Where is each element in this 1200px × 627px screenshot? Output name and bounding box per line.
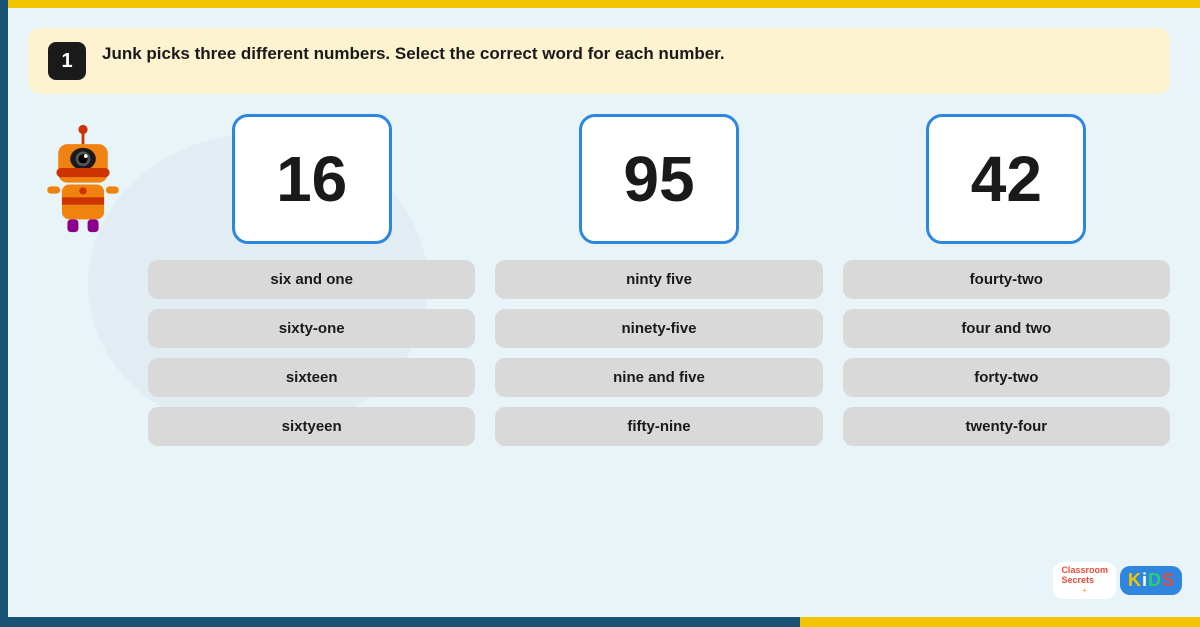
- app-wrapper: 1 Junk picks three different numbers. Se…: [0, 0, 1200, 627]
- question-header: 1 Junk picks three different numbers. Se…: [28, 28, 1170, 94]
- answer-btn-42-0[interactable]: fourty-two: [843, 260, 1170, 299]
- answer-btn-42-1[interactable]: four and two: [843, 309, 1170, 348]
- cs-text: ClassroomSecrets: [1061, 566, 1108, 586]
- kids-s: S: [1162, 570, 1174, 591]
- answer-btn-95-3[interactable]: fifty-nine: [495, 407, 822, 446]
- answer-btn-42-2[interactable]: forty-two: [843, 358, 1170, 397]
- number-box-95: 95: [579, 114, 739, 244]
- classroom-secrets-logo: ClassroomSecrets +: [1053, 562, 1116, 599]
- branding: ClassroomSecrets + K i D S: [1053, 562, 1182, 599]
- answer-btn-95-2[interactable]: nine and five: [495, 358, 822, 397]
- answer-btn-16-0[interactable]: six and one: [148, 260, 475, 299]
- left-bar: [0, 0, 8, 627]
- kids-k: K: [1128, 570, 1141, 591]
- main-content: 1 Junk picks three different numbers. Se…: [8, 8, 1200, 617]
- answer-btn-16-3[interactable]: sixtyeen: [148, 407, 475, 446]
- column-16: 16 six and one sixty-one sixteen sixtyee…: [148, 114, 475, 446]
- top-bar: [0, 0, 1200, 8]
- answer-btn-42-3[interactable]: twenty-four: [843, 407, 1170, 446]
- question-number: 1: [48, 42, 86, 80]
- answer-btn-95-1[interactable]: ninety-five: [495, 309, 822, 348]
- cs-plus: +: [1082, 586, 1087, 595]
- content-area: 16 six and one sixty-one sixteen sixtyee…: [28, 114, 1170, 446]
- question-text: Junk picks three different numbers. Sele…: [102, 42, 725, 66]
- answer-btn-16-2[interactable]: sixteen: [148, 358, 475, 397]
- columns-wrapper: 16 six and one sixty-one sixteen sixtyee…: [148, 114, 1170, 446]
- number-box-42: 42: [926, 114, 1086, 244]
- answer-btn-95-0[interactable]: ninty five: [495, 260, 822, 299]
- kids-badge: K i D S: [1120, 566, 1182, 595]
- column-42: 42 fourty-two four and two forty-two twe…: [843, 114, 1170, 446]
- kids-d: D: [1148, 570, 1161, 591]
- bottom-bar-yellow: [800, 617, 1200, 627]
- column-95: 95 ninty five ninety-five nine and five …: [495, 114, 822, 446]
- number-box-16: 16: [232, 114, 392, 244]
- answer-btn-16-1[interactable]: sixty-one: [148, 309, 475, 348]
- kids-i: i: [1142, 570, 1147, 591]
- bottom-bar-blue: [0, 617, 800, 627]
